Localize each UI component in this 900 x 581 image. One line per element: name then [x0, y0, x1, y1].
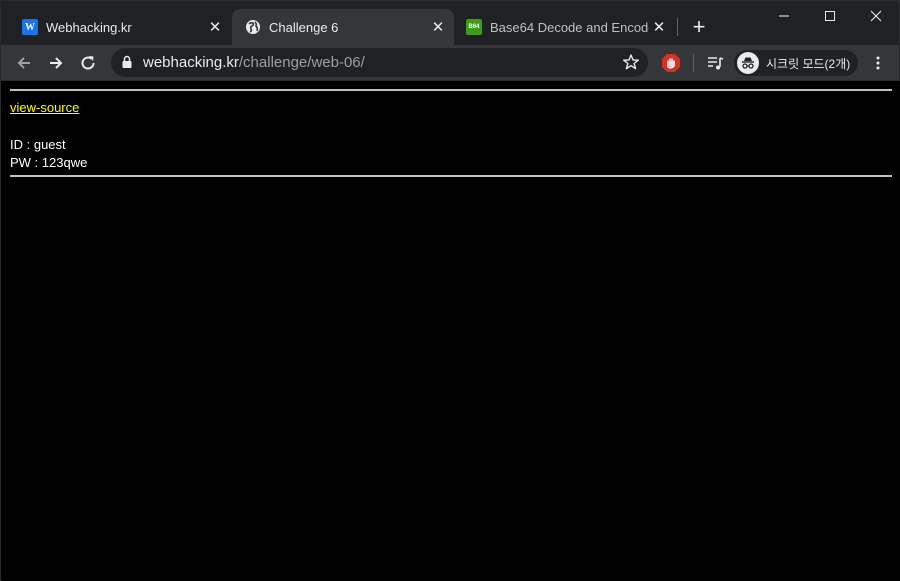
more-vert-icon	[876, 56, 880, 70]
minimize-icon	[779, 15, 789, 17]
menu-button[interactable]	[864, 49, 892, 77]
page-content: view-source ID : guest PW : 123qwe	[2, 81, 900, 581]
top-horizontal-rule	[10, 89, 892, 91]
url-host: webhacking.kr	[143, 54, 239, 71]
toolbar-separator	[693, 54, 694, 72]
base64-favicon-icon: B64	[466, 19, 482, 35]
incognito-icon	[737, 52, 759, 74]
forward-button[interactable]	[42, 49, 70, 77]
reload-button[interactable]	[74, 49, 102, 77]
incognito-profile-button[interactable]: 시크릿 모드(2개)	[734, 50, 858, 76]
close-icon[interactable]: ✕	[205, 17, 225, 37]
tab-challenge-6[interactable]: Challenge 6 ✕	[232, 9, 454, 45]
globe-icon	[245, 19, 261, 35]
address-bar[interactable]: webhacking.kr/challenge/web-06/	[111, 48, 648, 77]
id-line: ID : guest	[10, 137, 66, 152]
bookmark-star-icon[interactable]	[622, 53, 640, 76]
extension-adblock-button[interactable]	[657, 49, 685, 77]
forward-arrow-icon	[50, 57, 63, 69]
tab-title: Webhacking.kr	[46, 19, 132, 35]
pw-line: PW : 123qwe	[10, 155, 88, 170]
window-close-icon	[870, 10, 882, 22]
stop-hand-icon	[662, 54, 680, 72]
tab-title: Base64 Decode and Encode	[490, 19, 649, 35]
back-button[interactable]	[10, 49, 38, 77]
url-text[interactable]: webhacking.kr/challenge/web-06/	[143, 54, 365, 71]
webhacking-favicon-icon: W	[22, 19, 38, 35]
reload-icon	[81, 56, 95, 70]
lock-icon[interactable]	[121, 55, 133, 74]
browser-window: W Webhacking.kr ✕ Challenge 6 ✕ B64 Base…	[0, 0, 900, 581]
maximize-button[interactable]	[807, 1, 853, 31]
window-close-button[interactable]	[853, 1, 899, 31]
close-icon[interactable]: ✕	[649, 17, 669, 37]
bottom-horizontal-rule	[10, 175, 892, 177]
tab-webhacking[interactable]: W Webhacking.kr ✕	[9, 9, 231, 45]
tab-strip: W Webhacking.kr ✕ Challenge 6 ✕ B64 Base…	[1, 1, 899, 45]
tab-separator	[677, 18, 678, 36]
tab-title: Challenge 6	[269, 19, 339, 35]
url-path: /challenge/web-06/	[238, 54, 365, 71]
media-controls-button[interactable]	[701, 49, 729, 77]
playlist-music-icon	[708, 57, 724, 70]
view-source-link[interactable]: view-source	[10, 100, 79, 115]
maximize-icon	[825, 11, 835, 21]
back-arrow-icon	[17, 57, 30, 69]
incognito-label: 시크릿 모드(2개)	[766, 56, 851, 71]
tab-base64[interactable]: B64 Base64 Decode and Encode ✕	[453, 9, 675, 45]
close-icon[interactable]: ✕	[428, 17, 448, 37]
new-tab-button[interactable]: +	[687, 14, 711, 39]
toolbar: webhacking.kr/challenge/web-06/ 시크릿 모드(2…	[1, 45, 899, 81]
minimize-button[interactable]	[761, 1, 807, 31]
